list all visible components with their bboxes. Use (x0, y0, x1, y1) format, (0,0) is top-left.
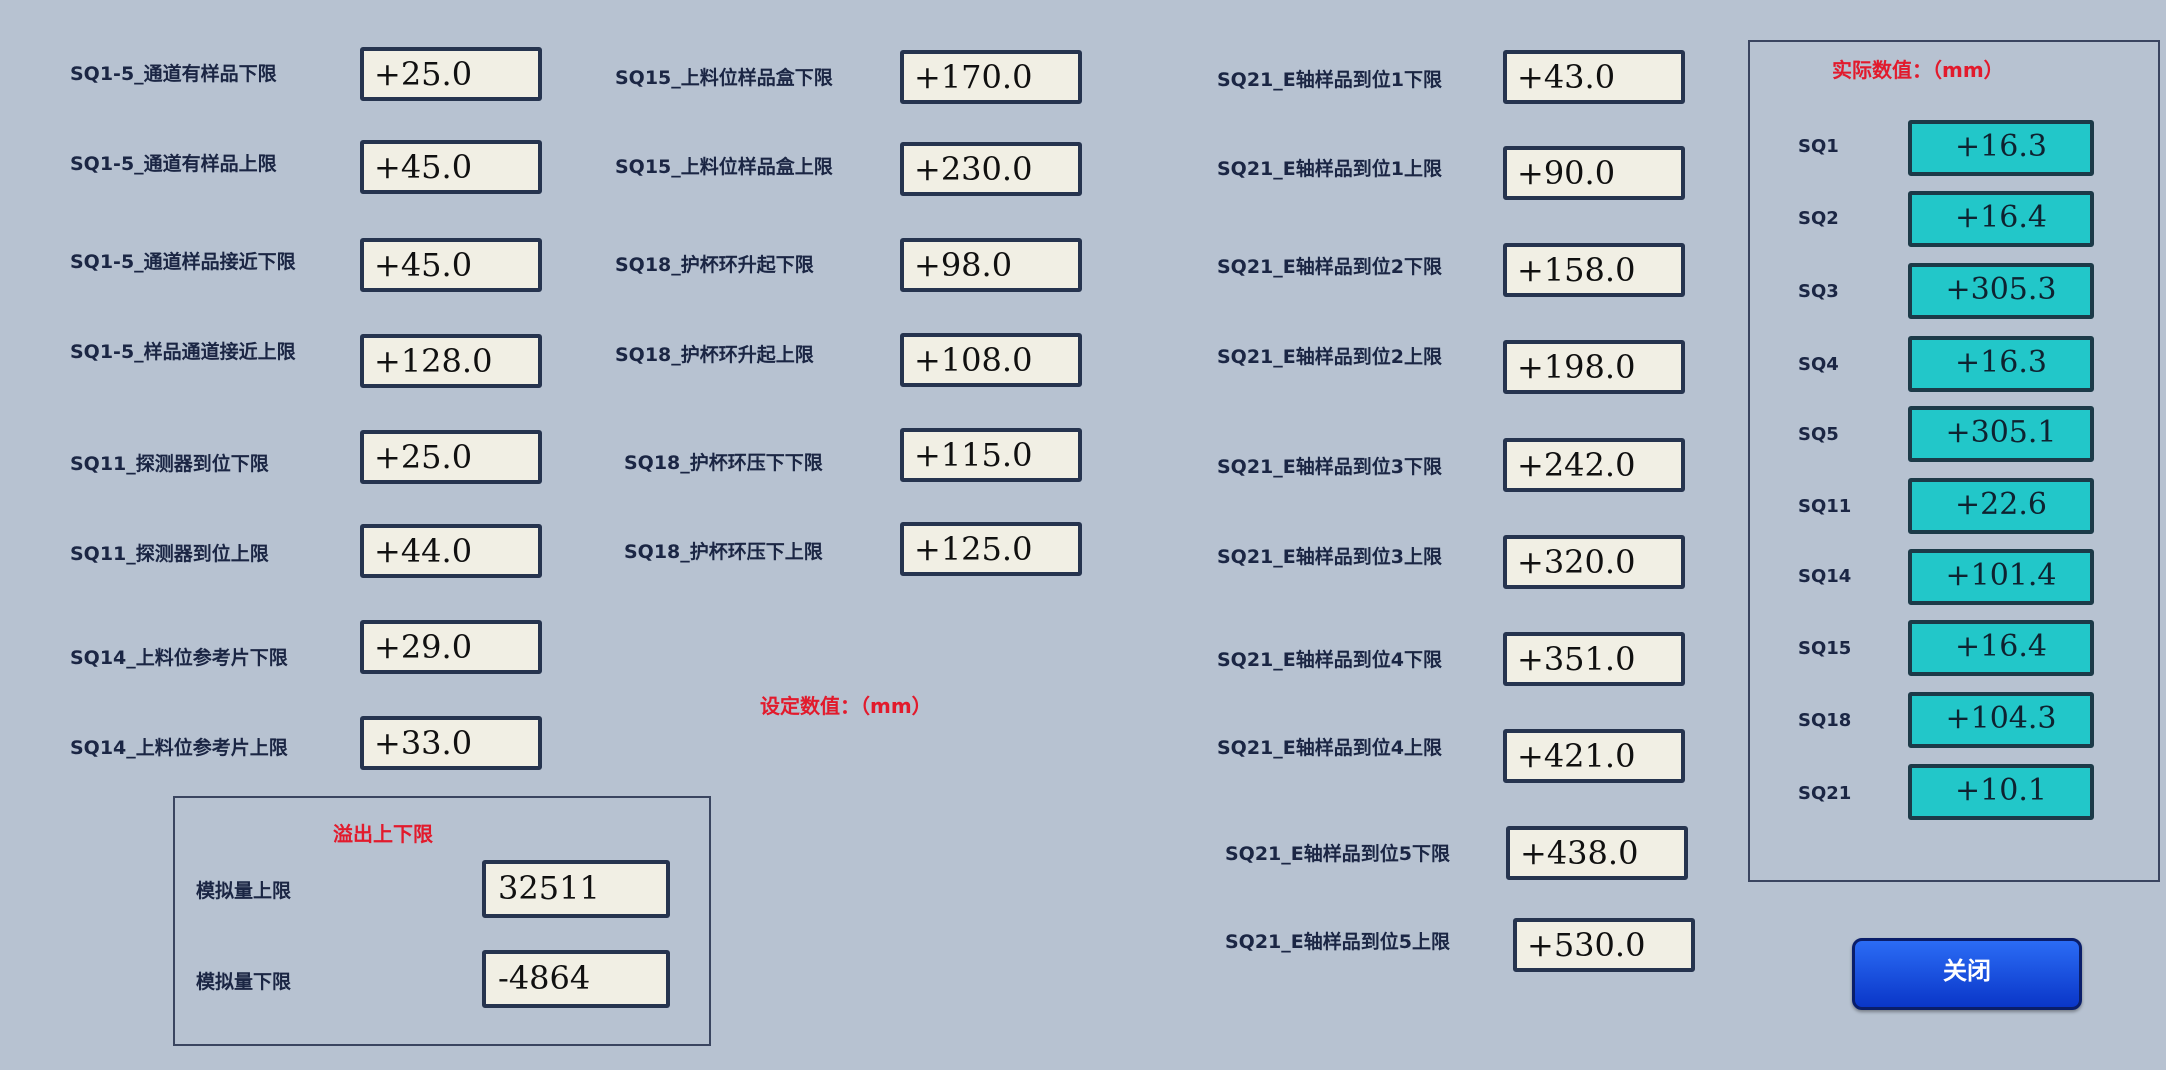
setpoint-field[interactable]: +438.0 (1506, 826, 1688, 880)
actual-label: SQ4 (1798, 354, 1839, 375)
setpoint-label: SQ15_上料位样品盒上限 (615, 156, 833, 178)
setpoint-label: SQ21_E轴样品到位2下限 (1217, 256, 1442, 278)
setpoint-field[interactable]: +25.0 (360, 430, 542, 484)
setpoint-field[interactable]: +108.0 (900, 333, 1082, 387)
actual-label: SQ21 (1798, 783, 1852, 804)
setpoint-field[interactable]: +43.0 (1503, 50, 1685, 104)
setpoint-label: SQ21_E轴样品到位4上限 (1217, 737, 1442, 759)
setpoint-label: SQ18_护杯环升起上限 (615, 344, 814, 366)
setpoint-label: SQ15_上料位样品盒下限 (615, 67, 833, 89)
setpoint-field[interactable]: +29.0 (360, 620, 542, 674)
analog-upper-limit-field[interactable]: 32511 (482, 860, 670, 918)
setpoint-field[interactable]: +115.0 (900, 428, 1082, 482)
actual-value: +16.3 (1908, 336, 2094, 392)
setpoint-field[interactable]: +170.0 (900, 50, 1082, 104)
setpoint-field[interactable]: +158.0 (1503, 243, 1685, 297)
actual-section-title: 实际数值：（mm） (1832, 58, 2004, 82)
setpoint-field[interactable]: +44.0 (360, 524, 542, 578)
setpoint-label: SQ21_E轴样品到位3下限 (1217, 456, 1442, 478)
actual-label: SQ3 (1798, 281, 1839, 302)
setpoint-label: SQ1-5_通道有样品下限 (70, 63, 277, 85)
setpoint-label: SQ21_E轴样品到位5下限 (1225, 843, 1450, 865)
setpoint-field[interactable]: +25.0 (360, 47, 542, 101)
setpoint-label: SQ21_E轴样品到位3上限 (1217, 546, 1442, 568)
actual-label: SQ5 (1798, 424, 1839, 445)
analog-lower-limit-label: 模拟量下限 (196, 971, 292, 993)
setpoint-field[interactable]: +128.0 (360, 334, 542, 388)
actual-value: +22.6 (1908, 478, 2094, 534)
setpoint-field[interactable]: +530.0 (1513, 918, 1695, 972)
actual-value: +16.3 (1908, 120, 2094, 176)
actual-label: SQ11 (1798, 496, 1852, 517)
analog-upper-limit-label: 模拟量上限 (196, 880, 292, 902)
setpoint-label: SQ14_上料位参考片下限 (70, 647, 288, 669)
setpoint-label: SQ21_E轴样品到位1下限 (1217, 69, 1442, 91)
overflow-limits-panel (173, 796, 711, 1046)
setpoint-label: SQ11_探测器到位下限 (70, 453, 269, 475)
setpoint-label: SQ18_护杯环压下下限 (624, 452, 823, 474)
setpoint-label: SQ1-5_通道样品接近下限 (70, 251, 296, 273)
close-button[interactable]: 关闭 (1852, 938, 2082, 1010)
analog-lower-limit-field[interactable]: -4864 (482, 950, 670, 1008)
setpoint-label: SQ21_E轴样品到位1上限 (1217, 158, 1442, 180)
setpoint-field[interactable]: +125.0 (900, 522, 1082, 576)
actual-value: +104.3 (1908, 692, 2094, 748)
actual-value: +305.3 (1908, 263, 2094, 319)
setpoint-label: SQ18_护杯环升起下限 (615, 254, 814, 276)
setpoint-label: SQ21_E轴样品到位2上限 (1217, 346, 1442, 368)
actual-label: SQ1 (1798, 136, 1839, 157)
actual-value: +101.4 (1908, 549, 2094, 605)
setpoint-field[interactable]: +351.0 (1503, 632, 1685, 686)
setpoint-field[interactable]: +33.0 (360, 716, 542, 770)
setpoint-field[interactable]: +320.0 (1503, 535, 1685, 589)
actual-value: +10.1 (1908, 764, 2094, 820)
setpoint-field[interactable]: +198.0 (1503, 340, 1685, 394)
setpoint-field[interactable]: +45.0 (360, 238, 542, 292)
actual-label: SQ15 (1798, 638, 1852, 659)
setpoint-section-title: 设定数值：（mm） (760, 694, 932, 718)
setpoint-label: SQ21_E轴样品到位4下限 (1217, 649, 1442, 671)
actual-label: SQ18 (1798, 710, 1852, 731)
setpoint-label: SQ1-5_通道有样品上限 (70, 153, 277, 175)
overflow-panel-title: 溢出上下限 (333, 822, 433, 846)
actual-label: SQ14 (1798, 566, 1852, 587)
setpoint-field[interactable]: +230.0 (900, 142, 1082, 196)
setpoint-field[interactable]: +45.0 (360, 140, 542, 194)
actual-label: SQ2 (1798, 208, 1839, 229)
setpoint-field[interactable]: +98.0 (900, 238, 1082, 292)
setpoint-label: SQ11_探测器到位上限 (70, 543, 269, 565)
actual-value: +16.4 (1908, 620, 2094, 676)
setpoint-label: SQ14_上料位参考片上限 (70, 737, 288, 759)
actual-value: +305.1 (1908, 406, 2094, 462)
setpoint-label: SQ21_E轴样品到位5上限 (1225, 931, 1450, 953)
setpoint-label: SQ18_护杯环压下上限 (624, 541, 823, 563)
actual-value: +16.4 (1908, 191, 2094, 247)
setpoint-field[interactable]: +90.0 (1503, 146, 1685, 200)
setpoint-label: SQ1-5_样品通道接近上限 (70, 341, 296, 363)
setpoint-field[interactable]: +242.0 (1503, 438, 1685, 492)
setpoint-field[interactable]: +421.0 (1503, 729, 1685, 783)
